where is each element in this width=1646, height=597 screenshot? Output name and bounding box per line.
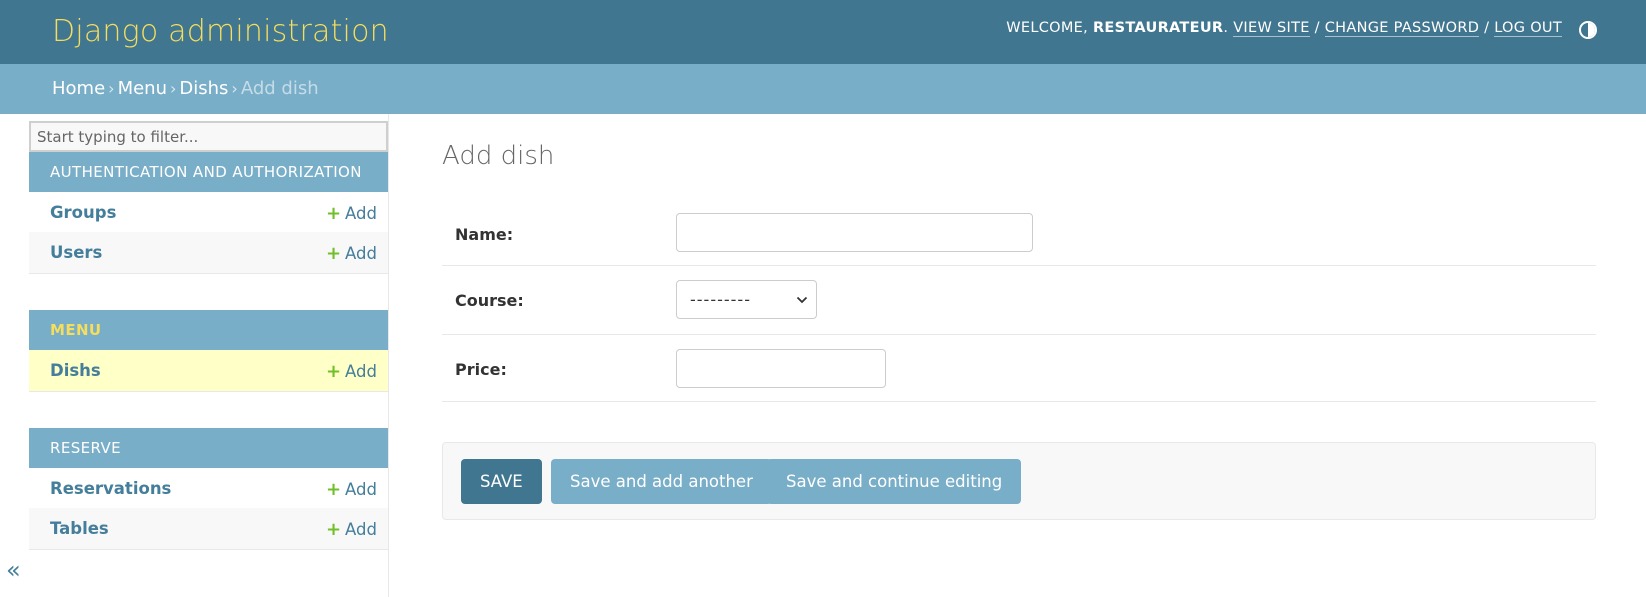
form-row-name: Name: (442, 202, 1596, 266)
breadcrumb-home[interactable]: Home (52, 78, 105, 99)
breadcrumb-separator: › (231, 79, 238, 98)
breadcrumb-dishs[interactable]: Dishs (179, 78, 228, 99)
breadcrumb-current: Add dish (240, 78, 319, 99)
sidebar-item-dishs: Dishs + Add (29, 350, 388, 392)
price-field[interactable] (676, 349, 886, 388)
sidebar-item-reservations: Reservations + Add (29, 468, 388, 510)
course-selected-value: --------- (690, 290, 751, 309)
add-user-link[interactable]: + Add (326, 243, 377, 264)
app-caption-menu[interactable]: Menu (29, 310, 388, 350)
add-label: Add (345, 480, 377, 499)
sidebar-item-dishs-link[interactable]: Dishs (50, 361, 101, 380)
change-password-link[interactable]: Change password (1324, 20, 1480, 37)
add-label: Add (345, 362, 377, 381)
plus-icon: + (325, 361, 342, 382)
app-caption-auth[interactable]: Authentication and Authorization (29, 152, 388, 192)
save-and-continue-button[interactable]: Save and continue editing (767, 459, 1022, 504)
add-reservation-link[interactable]: + Add (326, 479, 377, 500)
view-site-link[interactable]: View site (1233, 20, 1310, 37)
breadcrumb-separator: › (108, 79, 115, 98)
chevron-down-icon (796, 296, 808, 304)
add-dish-link[interactable]: + Add (326, 361, 377, 382)
sidebar-item-reservations-link[interactable]: Reservations (50, 479, 171, 498)
plus-icon: + (325, 203, 342, 224)
submit-row: SAVE Save and add another Save and conti… (442, 442, 1596, 520)
sidebar-item-users: Users + Add (29, 232, 388, 274)
form-row-course: Course: --------- (442, 266, 1596, 335)
nav-filter-input[interactable] (29, 121, 388, 152)
add-table-link[interactable]: + Add (326, 519, 377, 540)
save-and-add-another-button[interactable]: Save and add another (551, 459, 772, 504)
plus-icon: + (325, 519, 342, 540)
add-group-link[interactable]: + Add (326, 203, 377, 224)
user-tools: Welcome, restaurateur. View site / Chang… (1006, 20, 1562, 37)
save-button[interactable]: SAVE (461, 459, 542, 504)
app-caption-reserve[interactable]: Reserve (29, 428, 388, 468)
site-branding[interactable]: Django administration (52, 14, 389, 49)
sidebar-item-groups-link[interactable]: Groups (50, 203, 116, 222)
breadcrumb-menu[interactable]: Menu (118, 78, 167, 99)
log-out-link[interactable]: Log out (1494, 20, 1562, 37)
breadcrumb-separator: › (169, 79, 177, 98)
form-row-price: Price: (442, 335, 1596, 402)
add-label: Add (345, 244, 377, 263)
price-label: Price: (455, 360, 507, 379)
name-label: Name: (455, 225, 514, 244)
welcome-text: Welcome, (1006, 20, 1093, 36)
name-field[interactable] (676, 213, 1033, 252)
nav-sidebar: Authentication and Authorization Groups … (29, 114, 389, 597)
theme-toggle-icon[interactable] (1579, 21, 1597, 39)
course-label: Course: (455, 291, 524, 310)
sidebar-item-tables: Tables + Add (29, 508, 388, 550)
add-label: Add (345, 204, 377, 223)
page-title: Add dish (442, 141, 555, 171)
sidebar-item-users-link[interactable]: Users (50, 243, 102, 262)
collapse-sidebar-icon[interactable]: « (6, 557, 24, 583)
sidebar-item-tables-link[interactable]: Tables (50, 519, 109, 538)
add-label: Add (345, 520, 377, 539)
sidebar-item-groups: Groups + Add (29, 192, 388, 234)
breadcrumb: Home › Menu › Dishs › Add dish (0, 64, 1646, 114)
plus-icon: + (325, 479, 342, 500)
username: restaurateur (1092, 20, 1224, 36)
course-select[interactable]: --------- (676, 280, 817, 319)
header: Django administration Welcome, restaurat… (0, 0, 1646, 64)
plus-icon: + (325, 243, 342, 264)
